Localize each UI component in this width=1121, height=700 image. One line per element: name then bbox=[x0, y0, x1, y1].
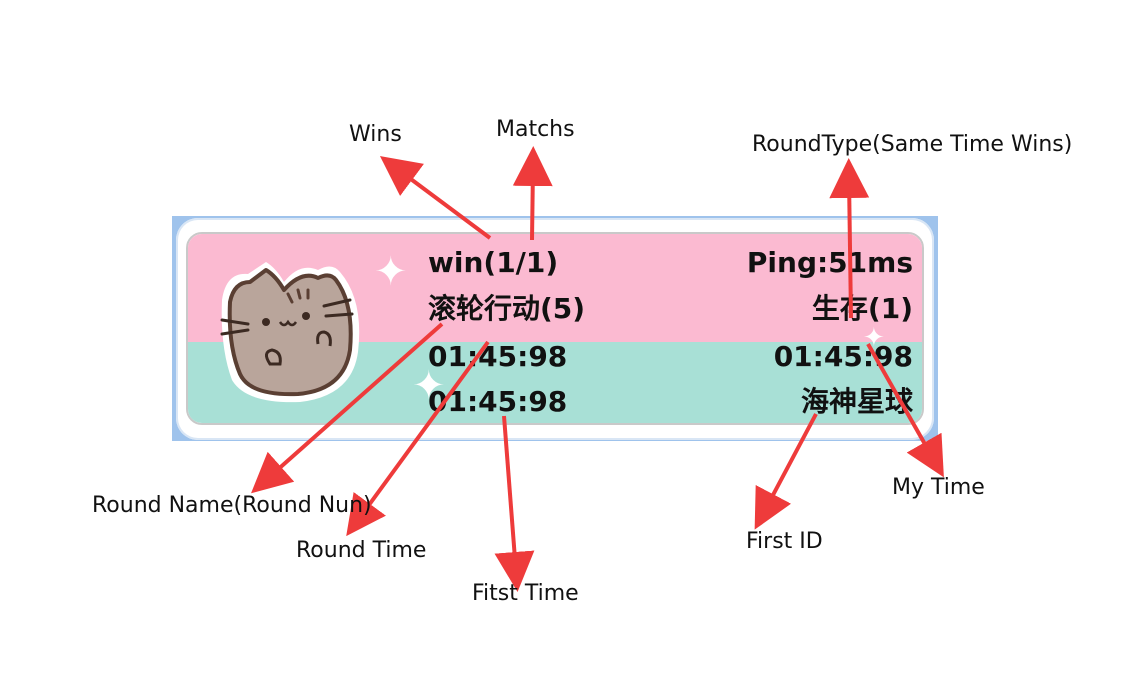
round-type-label: RoundType(Same Time Wins) bbox=[752, 132, 1073, 157]
round-name-arrow bbox=[251, 322, 444, 494]
wins-label: Wins bbox=[349, 122, 402, 147]
matchs-label: Matchs bbox=[496, 117, 575, 142]
first-id-label: First ID bbox=[746, 529, 823, 554]
first-time-label: Fitst Time bbox=[472, 581, 579, 606]
matchs-arrow bbox=[512, 146, 553, 241]
round-time-label: Round Time bbox=[296, 538, 427, 563]
wins-arrow bbox=[379, 156, 492, 240]
first-time-arrow bbox=[494, 415, 535, 592]
round-time-arrow bbox=[346, 340, 490, 537]
first-id-arrow bbox=[754, 413, 818, 530]
my-time-label: My Time bbox=[892, 475, 985, 500]
my-time-arrow bbox=[866, 343, 944, 478]
round-name-label: Round Name(Round Nun) bbox=[92, 493, 372, 518]
diagram-canvas: ✦ ✦ ✦ win(1/1) Ping:51ms 滚轮行动(5) 生存(1) 0… bbox=[0, 0, 1121, 700]
round-type-arrow bbox=[829, 158, 870, 319]
